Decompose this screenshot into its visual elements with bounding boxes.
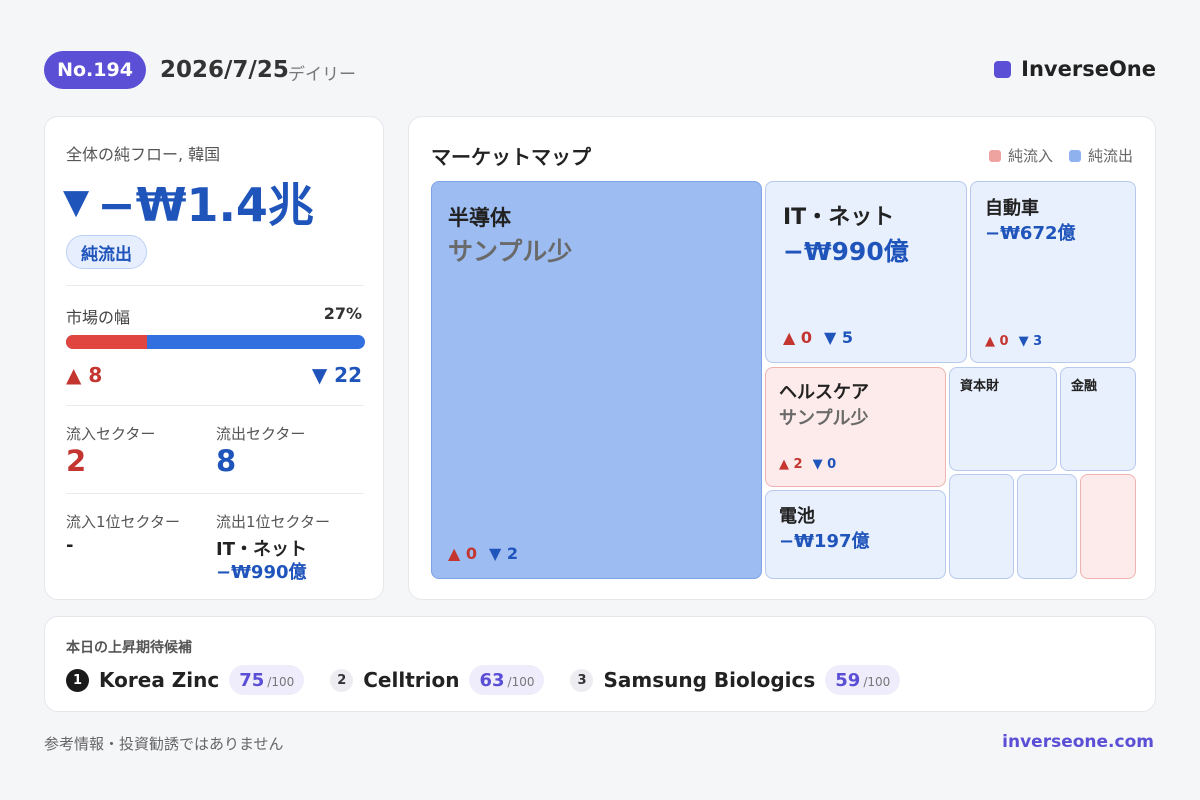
sector-tile-battery[interactable]: 電池 −₩197億	[765, 490, 946, 579]
legend-item-outflow: 純流出	[1068, 145, 1133, 166]
sector-tile-it-internet[interactable]: IT・ネット −₩990億 ▲ 0 ▼ 5	[765, 181, 967, 363]
legend-item-inflow: 純流入	[988, 145, 1053, 166]
score-pill: 75 /100	[229, 665, 305, 695]
net-outflow-badge: 純流出	[66, 235, 147, 269]
issue-badge: No.194	[44, 51, 146, 89]
inflow-sectors-count: 2	[66, 444, 87, 478]
sector-flow-value: −₩990億	[783, 237, 909, 266]
sector-counts: ▲ 0 ▼ 2	[448, 544, 518, 563]
score-max: /100	[267, 675, 295, 689]
outflow-sectors-count: 8	[216, 444, 237, 478]
sector-tile-semiconductors[interactable]: 半導体 サンプル少 ▲ 0 ▼ 2	[431, 181, 762, 579]
score-pill: 63 /100	[469, 665, 545, 695]
candidate-name: Celltrion	[363, 668, 460, 692]
sector-up-count: ▲ 0	[783, 328, 813, 347]
sector-tile-capital-goods[interactable]: 資本財	[949, 367, 1057, 471]
top-outflow-sector-value: −₩990億	[216, 562, 307, 583]
sector-flow-value: −₩197億	[779, 531, 870, 552]
sector-name: ヘルスケア	[779, 382, 869, 403]
decliners-count: ▼ 22	[311, 363, 362, 387]
sector-down-count: ▼ 0	[812, 457, 837, 472]
candidate-item[interactable]: 2 Celltrion 63 /100	[330, 665, 545, 695]
sector-name: 資本財	[960, 379, 1000, 394]
sector-down-count: ▼ 5	[824, 328, 854, 347]
divider	[66, 285, 364, 286]
report-type: デイリー	[288, 65, 356, 85]
legend-label: 純流入	[1007, 147, 1053, 165]
sector-name: 自動車	[985, 198, 1039, 219]
market-map-legend: 純流入 純流出	[988, 145, 1133, 166]
candidates-title: 本日の上昇期待候補	[66, 640, 192, 656]
rank-badge: 2	[330, 668, 354, 692]
sector-down-count: ▼ 3	[1018, 334, 1043, 349]
top-outflow-sector-label: 流出1位セクター	[216, 513, 330, 531]
outflow-swatch-icon	[1068, 149, 1081, 162]
inflow-swatch-icon	[988, 149, 1001, 162]
net-flow-value: ▼ −₩1.4兆	[63, 169, 314, 235]
sector-counts: ▲ 0 ▼ 5	[783, 328, 853, 347]
score-pill: 59 /100	[825, 665, 901, 695]
score-value: 75	[239, 670, 265, 691]
advancers-count: ▲ 8	[66, 363, 103, 387]
disclaimer: 参考情報・投資勧誘ではありません	[44, 735, 284, 753]
upside-candidates-card: 本日の上昇期待候補 1 Korea Zinc 75 /100 2 Celltri…	[44, 616, 1156, 712]
market-breadth-percent: 27%	[323, 304, 362, 323]
divider	[66, 405, 364, 406]
report-date: 2026/7/25	[160, 57, 289, 83]
net-flow-amount: −₩1.4兆	[97, 178, 314, 232]
site-link[interactable]: inverseone.com	[1002, 732, 1154, 752]
candidates-list: 1 Korea Zinc 75 /100 2 Celltrion 63 /100…	[66, 665, 901, 695]
score-max: /100	[863, 675, 891, 689]
market-breadth-label: 市場の幅	[66, 308, 131, 327]
inflow-sectors-label: 流入セクター	[66, 425, 156, 443]
sector-tile-healthcare[interactable]: ヘルスケア サンプル少 ▲ 2 ▼ 0	[765, 367, 946, 487]
sector-name: IT・ネット	[783, 205, 895, 230]
sector-name: 半導体	[448, 206, 511, 230]
down-arrow-icon: ▼	[63, 182, 90, 222]
sector-down-count: ▼ 2	[489, 544, 519, 563]
sector-tile-autos[interactable]: 自動車 −₩672億 ▲ 0 ▼ 3	[970, 181, 1136, 363]
top-inflow-sector-value: -	[66, 535, 74, 556]
sector-up-count: ▲ 0	[448, 544, 478, 563]
market-breadth-fill	[66, 335, 147, 349]
rank-badge: 3	[570, 668, 594, 692]
sector-flow-value: −₩672億	[985, 223, 1076, 244]
sector-counts: ▲ 2 ▼ 0	[779, 457, 836, 472]
divider	[66, 493, 364, 494]
market-map-title: マーケットマップ	[431, 145, 591, 169]
sector-sample-note: サンプル少	[448, 237, 573, 266]
score-value: 59	[835, 670, 861, 691]
sector-tile-small[interactable]	[949, 474, 1014, 579]
score-value: 63	[479, 670, 505, 691]
candidate-name: Korea Zinc	[99, 668, 220, 692]
rank-badge: 1	[66, 668, 89, 692]
sector-tile-small[interactable]	[1017, 474, 1077, 579]
legend-label: 純流出	[1087, 147, 1133, 165]
sector-up-count: ▲ 2	[779, 457, 803, 472]
header: No.194 2026/7/25 デイリー InverseOne	[44, 51, 1156, 91]
brand-name: InverseOne	[1021, 57, 1156, 81]
candidate-item[interactable]: 3 Samsung Biologics 59 /100	[570, 665, 901, 695]
market-breadth-bar	[66, 335, 365, 349]
sector-tile-small[interactable]	[1080, 474, 1136, 579]
market-map-card: マーケットマップ 純流入 純流出 半導体 サンプル少 ▲ 0 ▼ 2 IT・ネッ…	[408, 116, 1156, 600]
candidate-name: Samsung Biologics	[603, 668, 816, 692]
top-inflow-sector-label: 流入1位セクター	[66, 513, 180, 531]
brand: InverseOne	[994, 57, 1156, 81]
net-flow-summary-card: 全体の純フロー, 韓国 ▼ −₩1.4兆 純流出 市場の幅 27% ▲ 8 ▼ …	[44, 116, 384, 600]
sector-name: 金融	[1071, 379, 1098, 394]
sector-up-count: ▲ 0	[985, 334, 1009, 349]
outflow-sectors-label: 流出セクター	[216, 425, 306, 443]
sector-sample-note: サンプル少	[779, 408, 869, 429]
score-max: /100	[507, 675, 535, 689]
brand-logo-icon	[994, 60, 1012, 78]
net-flow-label: 全体の純フロー, 韓国	[66, 145, 221, 164]
sector-tile-financials[interactable]: 金融	[1060, 367, 1136, 471]
sector-name: 電池	[779, 506, 815, 527]
candidate-item[interactable]: 1 Korea Zinc 75 /100	[66, 665, 305, 695]
sector-counts: ▲ 0 ▼ 3	[985, 334, 1042, 349]
